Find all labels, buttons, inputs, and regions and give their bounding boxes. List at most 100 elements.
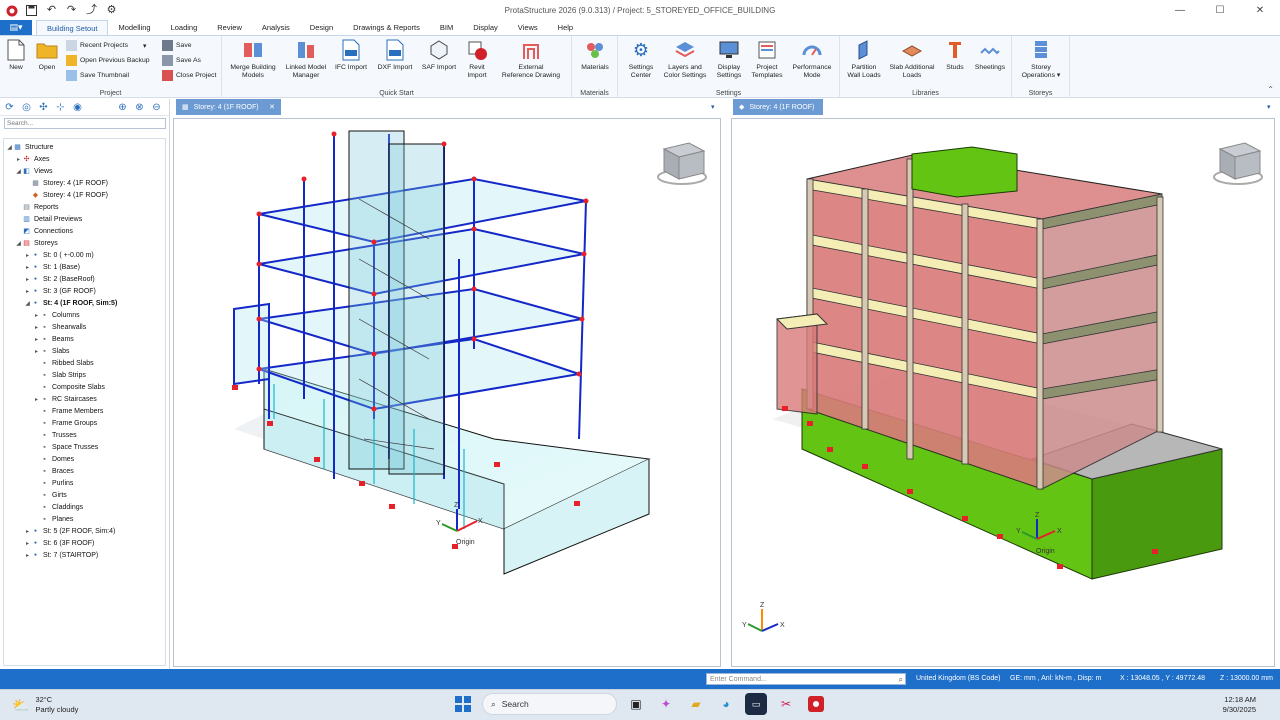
tree-node-reports[interactable]: ▤ Reports — [15, 201, 58, 213]
tree-node-composite-slabs[interactable]: ▪ Composite Slabs — [33, 381, 105, 393]
copilot-icon[interactable]: ✦ — [655, 693, 677, 715]
tree-node-storey-4-1f-roof[interactable]: ◆ Storey: 4 (1F ROOF) — [24, 189, 108, 201]
save-as-button[interactable]: Save As — [162, 55, 201, 66]
studs-button[interactable]: Studs — [940, 38, 970, 72]
tree-node-st-2-baseroof[interactable]: ▸ ● St: 2 (BaseRoof) — [24, 273, 95, 285]
tree-node-space-trusses[interactable]: ▪ Space Trusses — [33, 441, 98, 453]
expand-toggle-icon[interactable]: ▸ — [24, 276, 31, 283]
external-reference-button[interactable]: External Reference Drawing — [498, 38, 564, 80]
expand-toggle-icon[interactable]: ▸ — [33, 336, 40, 343]
materials-button[interactable]: Materials — [578, 38, 612, 72]
task-view-icon[interactable]: ▣ — [625, 693, 647, 715]
target-icon[interactable]: ◉ — [72, 102, 83, 113]
tree-node-frame-groups[interactable]: ▪ Frame Groups — [33, 417, 97, 429]
command-search-icon[interactable]: ⌕ — [899, 674, 903, 686]
view-cube-icon[interactable] — [1213, 142, 1263, 185]
tree-node-axes[interactable]: ▸ ✣ Axes — [15, 153, 50, 165]
units-status[interactable]: GE: mm , Anl: kN-m , Disp: m — [1010, 675, 1101, 682]
zoom-out-icon[interactable]: ⊖ — [151, 102, 162, 113]
windows-start-icon[interactable] — [452, 693, 474, 715]
expand-toggle-icon[interactable]: ▸ — [24, 540, 31, 547]
snipping-tool-icon[interactable]: ✂ — [775, 693, 797, 715]
save-button[interactable]: Save — [162, 40, 192, 51]
tree-node-st-5-2f-roof-sim-4[interactable]: ▸ ● St: 5 (2F ROOF, Sim:4) — [24, 525, 115, 537]
expand-toggle-icon[interactable]: ▸ — [33, 312, 40, 319]
axis-icon[interactable]: ⊹ — [55, 102, 66, 113]
tab-loading[interactable]: Loading — [161, 20, 208, 35]
zoom-in-icon[interactable]: ⊕ — [117, 102, 128, 113]
minimize-button[interactable]: — — [1160, 0, 1200, 21]
open-backup-button[interactable]: Open Previous Backup — [66, 55, 150, 66]
tree-node-slab-strips[interactable]: ▪ Slab Strips — [33, 369, 86, 381]
tree-node-claddings[interactable]: ▪ Claddings — [33, 501, 83, 513]
tree-node-st-1-base[interactable]: ▸ ● St: 1 (Base) — [24, 261, 80, 273]
save-thumbnail-button[interactable]: Save Thumbnail — [66, 70, 129, 81]
collapse-ribbon-icon[interactable]: ⌃ — [1267, 85, 1274, 94]
tree-node-detail-previews[interactable]: ▥ Detail Previews — [15, 213, 82, 225]
tree-node-domes[interactable]: ▪ Domes — [33, 453, 74, 465]
sheetings-button[interactable]: Sheetings — [972, 38, 1008, 72]
expand-toggle-icon[interactable]: ▸ — [24, 288, 31, 295]
expand-toggle-icon[interactable]: ▸ — [15, 156, 22, 163]
new-button[interactable]: New — [4, 38, 28, 72]
ifc-import-button[interactable]: IFC Import — [330, 38, 372, 72]
chevron-down-icon[interactable]: ▾ — [711, 103, 715, 111]
tree-node-ribbed-slabs[interactable]: ▪ Ribbed Slabs — [33, 357, 93, 369]
settings-center-button[interactable]: ⚙ Settings Center — [622, 38, 660, 80]
expand-toggle-icon[interactable]: ▸ — [33, 396, 40, 403]
tree-node-frame-members[interactable]: ▪ Frame Members — [33, 405, 103, 417]
tab-drawings-reports[interactable]: Drawings & Reports — [343, 20, 430, 35]
close-icon[interactable]: ✕ — [269, 103, 275, 111]
expand-toggle-icon[interactable]: ◢ — [24, 300, 31, 307]
viewport-tab-left[interactable]: ▦ Storey: 4 (1F ROOF) ✕ — [176, 99, 281, 115]
zoom-fit-icon[interactable]: ⊗ — [134, 102, 145, 113]
display-settings-button[interactable]: Display Settings — [710, 38, 748, 80]
project-templates-button[interactable]: Project Templates — [748, 38, 786, 80]
tab-help[interactable]: Help — [548, 20, 583, 35]
design-code-status[interactable]: United Kingdom (BS Code) — [916, 675, 1000, 682]
system-clock[interactable]: 12:18 AM 9/30/2025 — [1223, 695, 1256, 715]
linked-model-button[interactable]: Linked Model Manager — [282, 38, 330, 80]
partition-wall-loads-button[interactable]: Partition Wall Loads — [844, 38, 884, 80]
recent-projects-button[interactable]: Recent Projects ▾ — [66, 40, 146, 51]
rendered-canvas[interactable]: Z X Y Origin Z X Y — [731, 118, 1275, 667]
tab-modelling[interactable]: Modelling — [108, 20, 160, 35]
expand-toggle-icon[interactable]: ▸ — [24, 528, 31, 535]
protastructure-app-icon[interactable] — [805, 693, 827, 715]
globe-icon[interactable]: ◎ — [21, 102, 32, 113]
tree-node-storeys[interactable]: ◢ ▤ Storeys — [15, 237, 58, 249]
tree-node-rc-staircases[interactable]: ▸ ▪ RC Staircases — [33, 393, 97, 405]
viewport-tab-right[interactable]: ◆ Storey: 4 (1F ROOF) — [733, 99, 823, 115]
tab-analysis[interactable]: Analysis — [252, 20, 300, 35]
tree-node-beams[interactable]: ▸ ▪ Beams — [33, 333, 74, 345]
grid-view-icon[interactable]: ✣ — [38, 102, 49, 113]
terminal-icon[interactable]: ▭ — [745, 693, 767, 715]
tree-node-views[interactable]: ◢ ◧ Views — [15, 165, 52, 177]
expand-toggle-icon[interactable]: ▸ — [33, 348, 40, 355]
tree-node-girts[interactable]: ▪ Girts — [33, 489, 67, 501]
file-menu-button[interactable]: ▤▾ — [0, 20, 32, 35]
view-cube-icon[interactable] — [657, 142, 707, 185]
expand-toggle-icon[interactable]: ◢ — [15, 168, 22, 175]
chevron-down-icon[interactable]: ▾ — [1267, 103, 1271, 111]
tree-node-columns[interactable]: ▸ ▪ Columns — [33, 309, 80, 321]
close-button[interactable]: ✕ — [1240, 0, 1280, 21]
tree-node-planes[interactable]: ▪ Planes — [33, 513, 73, 525]
tab-review[interactable]: Review — [207, 20, 252, 35]
tab-display[interactable]: Display — [463, 20, 508, 35]
tree-node-braces[interactable]: ▪ Braces — [33, 465, 74, 477]
tab-design[interactable]: Design — [300, 20, 343, 35]
tab-views[interactable]: Views — [508, 20, 548, 35]
tree-node-st-0-0-00-m[interactable]: ▸ ● St: 0 ( +-0.00 m) — [24, 249, 94, 261]
tree-node-structure[interactable]: ◢ ▦ Structure — [6, 141, 53, 153]
tree-node-st-3-gf-roof[interactable]: ▸ ● St: 3 (GF ROOF) — [24, 285, 96, 297]
open-button[interactable]: Open — [34, 38, 60, 72]
close-project-button[interactable]: Close Project — [162, 70, 216, 81]
merge-models-button[interactable]: Merge Building Models — [228, 38, 278, 80]
explorer-search-input[interactable] — [4, 118, 166, 129]
dxf-import-button[interactable]: DXF Import — [374, 38, 416, 72]
saf-import-button[interactable]: SAF Import — [418, 38, 460, 72]
expand-toggle-icon[interactable]: ▸ — [24, 252, 31, 259]
tab-building-setout[interactable]: Building Setout — [36, 20, 109, 35]
tree-node-slabs[interactable]: ▸ ▪ Slabs — [33, 345, 70, 357]
